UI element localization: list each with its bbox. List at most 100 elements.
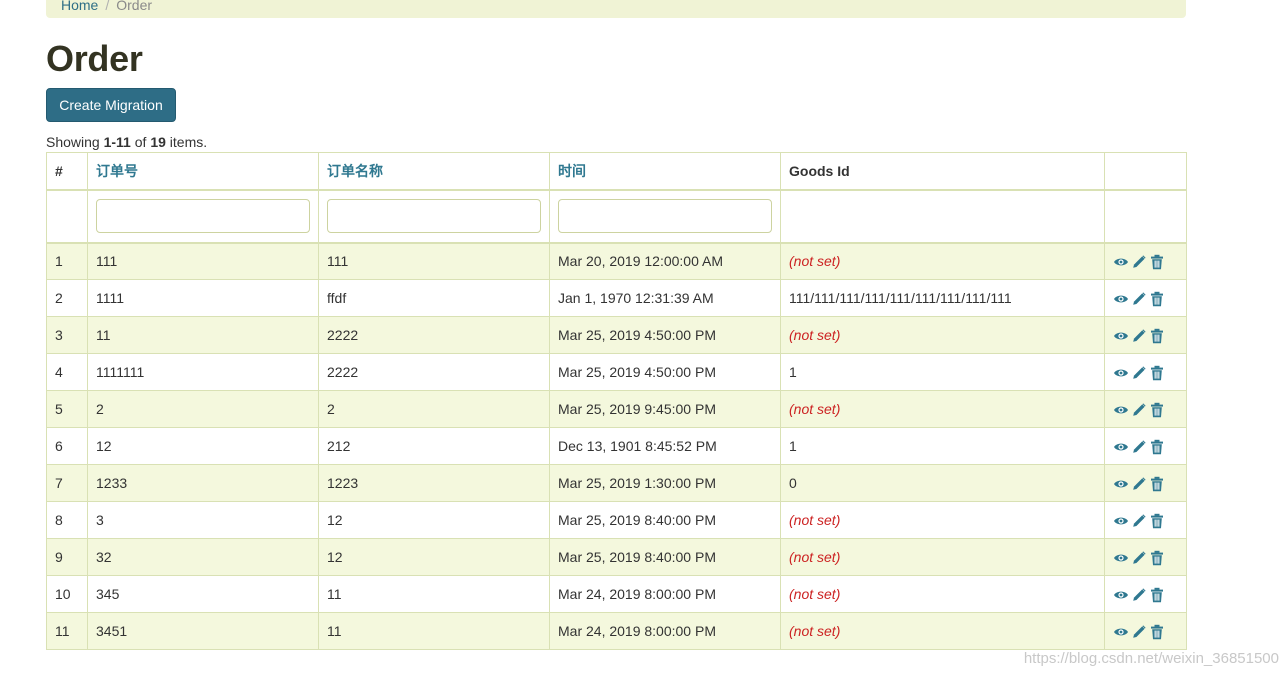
breadcrumb-home-link[interactable]: Home [61, 0, 98, 13]
sort-link-order-no[interactable]: 订单号 [96, 163, 138, 179]
cell-goods-id: (not set) [789, 327, 841, 343]
table-row: 11 3451 11 Mar 24, 2019 8:00:00 PM (not set) [46, 612, 1187, 650]
pencil-icon[interactable] [1131, 624, 1147, 640]
trash-icon[interactable] [1149, 513, 1165, 529]
eye-icon[interactable] [1113, 402, 1129, 418]
create-migration-button[interactable]: Create Migration [46, 88, 176, 122]
cell-index: 1 [55, 253, 63, 270]
pencil-icon[interactable] [1131, 513, 1147, 529]
eye-icon[interactable] [1113, 328, 1129, 344]
row-actions [1104, 464, 1187, 502]
filter-cell-time [549, 189, 781, 244]
cell-time: Mar 25, 2019 8:40:00 PM [558, 549, 716, 565]
trash-icon[interactable] [1149, 476, 1165, 492]
table-cell: 11 [46, 612, 88, 650]
table-cell: Mar 24, 2019 8:00:00 PM [549, 612, 781, 650]
page-title: Order [46, 38, 143, 79]
cell-order-no: 345 [96, 586, 120, 602]
filter-input-order-no[interactable] [96, 199, 310, 233]
table-cell: 2 [46, 279, 88, 317]
table-cell: 6 [46, 427, 88, 465]
sort-link-time[interactable]: 时间 [558, 163, 586, 179]
eye-icon[interactable] [1113, 624, 1129, 640]
table-row: 3 11 2222 Mar 25, 2019 4:50:00 PM (not set) [46, 316, 1187, 354]
trash-icon[interactable] [1149, 402, 1165, 418]
table-cell: (not set) [780, 242, 1105, 280]
table-row: 5 2 2 Mar 25, 2019 9:45:00 PM (not set) [46, 390, 1187, 428]
trash-icon[interactable] [1149, 254, 1165, 270]
cell-index: 3 [55, 327, 63, 343]
column-header-index: # [46, 152, 88, 191]
filter-input-time[interactable] [558, 199, 772, 233]
trash-icon[interactable] [1149, 587, 1165, 603]
pencil-icon[interactable] [1131, 550, 1147, 566]
row-actions [1104, 575, 1187, 613]
eye-icon[interactable] [1113, 587, 1129, 603]
trash-icon[interactable] [1149, 328, 1165, 344]
table-row: 7 1233 1223 Mar 25, 2019 1:30:00 PM 0 [46, 464, 1187, 502]
table-cell: Mar 25, 2019 9:45:00 PM [549, 390, 781, 428]
table-cell: 1 [780, 427, 1105, 465]
summary-total: 19 [150, 134, 166, 150]
row-actions [1104, 612, 1187, 650]
eye-icon[interactable] [1113, 291, 1129, 307]
row-actions [1104, 316, 1187, 354]
trash-icon[interactable] [1149, 291, 1165, 307]
row-actions [1104, 242, 1187, 280]
table-cell: 1 [46, 242, 88, 280]
cell-order-name: 1223 [327, 475, 359, 491]
cell-order-name: ffdf [327, 290, 347, 306]
trash-icon[interactable] [1149, 439, 1165, 455]
table-row: 6 12 212 Dec 13, 1901 8:45:52 PM 1 [46, 427, 1187, 465]
table-cell: Mar 25, 2019 8:40:00 PM [549, 501, 781, 539]
pencil-icon[interactable] [1131, 439, 1147, 455]
trash-icon[interactable] [1149, 365, 1165, 381]
cell-order-name: 12 [327, 512, 343, 528]
trash-icon[interactable] [1149, 550, 1165, 566]
cell-time: Mar 24, 2019 8:00:00 PM [558, 586, 716, 602]
table-cell: 0 [780, 464, 1105, 502]
pencil-icon[interactable] [1131, 402, 1147, 418]
table-cell: (not set) [780, 316, 1105, 354]
trash-icon[interactable] [1149, 624, 1165, 640]
eye-icon[interactable] [1113, 476, 1129, 492]
table-cell: 1 [780, 353, 1105, 391]
pencil-icon[interactable] [1131, 587, 1147, 603]
column-header-actions [1104, 152, 1187, 191]
table-cell: 111 [87, 242, 319, 280]
eye-icon[interactable] [1113, 550, 1129, 566]
cell-order-no: 111 [96, 253, 118, 270]
row-actions [1104, 390, 1187, 428]
table-cell: 1233 [87, 464, 319, 502]
table-cell: 2222 [318, 316, 550, 354]
table-cell: 11 [318, 612, 550, 650]
table-cell: (not set) [780, 390, 1105, 428]
pencil-icon[interactable] [1131, 476, 1147, 492]
pencil-icon[interactable] [1131, 365, 1147, 381]
cell-goods-id: (not set) [789, 512, 841, 528]
order-grid: # 订单号 订单名称 时间 Goods Id 1 111 111 Mar 20, 20… [46, 152, 1187, 650]
pencil-icon[interactable] [1131, 328, 1147, 344]
cell-goods-id: 0 [789, 475, 797, 491]
filter-cell-index [46, 189, 88, 244]
eye-icon[interactable] [1113, 254, 1129, 270]
cell-time: Dec 13, 1901 8:45:52 PM [558, 438, 717, 454]
table-cell: 32 [87, 538, 319, 576]
cell-goods-id: (not set) [789, 401, 841, 417]
sort-link-order-name[interactable]: 订单名称 [327, 163, 383, 179]
eye-icon[interactable] [1113, 439, 1129, 455]
row-actions [1104, 353, 1187, 391]
filter-input-order-name[interactable] [327, 199, 541, 233]
cell-goods-id: 1 [789, 364, 797, 380]
table-cell: Dec 13, 1901 8:45:52 PM [549, 427, 781, 465]
eye-icon[interactable] [1113, 365, 1129, 381]
eye-icon[interactable] [1113, 513, 1129, 529]
pencil-icon[interactable] [1131, 291, 1147, 307]
row-actions [1104, 279, 1187, 317]
table-row: 10 345 11 Mar 24, 2019 8:00:00 PM (not set) [46, 575, 1187, 613]
cell-time: Mar 24, 2019 8:00:00 PM [558, 623, 716, 639]
table-cell: ffdf [318, 279, 550, 317]
cell-index: 8 [55, 512, 63, 528]
table-row: 9 32 12 Mar 25, 2019 8:40:00 PM (not set) [46, 538, 1187, 576]
pencil-icon[interactable] [1131, 254, 1147, 270]
